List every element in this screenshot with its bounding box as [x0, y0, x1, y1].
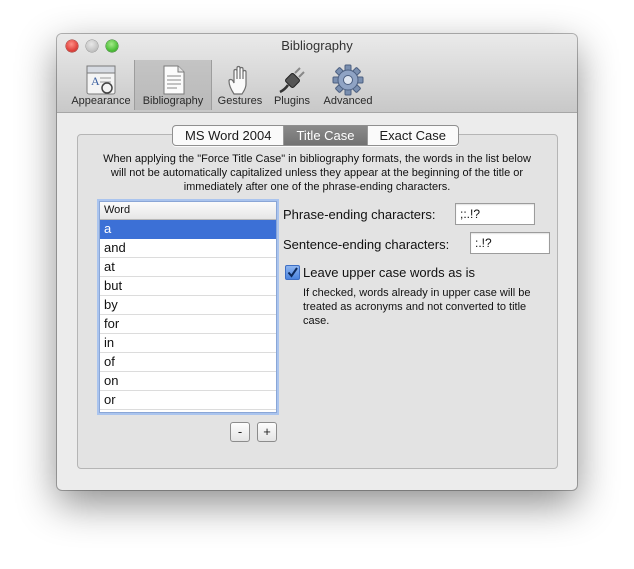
- svg-text:A: A: [91, 74, 100, 88]
- remove-word-button[interactable]: -: [230, 422, 250, 442]
- list-item[interactable]: a: [100, 220, 276, 239]
- plug-icon: [279, 67, 305, 94]
- list-item[interactable]: in: [100, 334, 276, 353]
- toolbar-item-advanced[interactable]: Advanced: [317, 60, 379, 110]
- tab-title-case[interactable]: Title Case: [284, 126, 368, 145]
- appearance-icon: A: [86, 65, 116, 95]
- toolbar-item-gestures[interactable]: Gestures: [213, 60, 267, 110]
- toolbar-label-plugins: Plugins: [273, 95, 311, 107]
- gear-icon: [332, 64, 364, 96]
- list-item[interactable]: or: [100, 391, 276, 410]
- add-word-button[interactable]: +: [257, 422, 277, 442]
- toolbar-label-advanced: Advanced: [323, 95, 373, 107]
- toolbar-item-appearance[interactable]: A Appearance: [63, 60, 139, 110]
- window-title: Bibliography: [281, 38, 353, 53]
- toolbar-item-plugins[interactable]: Plugins: [267, 60, 317, 110]
- description-text: When applying the "Force Title Case" in …: [103, 153, 531, 193]
- list-item[interactable]: but: [100, 277, 276, 296]
- upper-case-checkbox[interactable]: [285, 265, 300, 280]
- phrase-ending-field[interactable]: ;:.!?: [455, 203, 535, 225]
- list-item[interactable]: at: [100, 258, 276, 277]
- titlebar: Bibliography A Appearance Bibliography G…: [57, 34, 577, 113]
- word-list[interactable]: Word a and at but by for in of on or: [99, 201, 277, 413]
- phrase-ending-label: Phrase-ending characters:: [283, 207, 436, 222]
- checkmark-icon: [287, 267, 298, 278]
- preferences-window: Bibliography A Appearance Bibliography G…: [57, 34, 577, 490]
- bibliography-document-icon: [163, 65, 185, 95]
- list-item[interactable]: by: [100, 296, 276, 315]
- sentence-ending-field[interactable]: :.!?: [470, 232, 550, 254]
- list-item[interactable]: and: [100, 239, 276, 258]
- list-item[interactable]: for: [100, 315, 276, 334]
- sentence-ending-label: Sentence-ending characters:: [283, 237, 450, 252]
- word-list-header[interactable]: Word: [100, 202, 276, 220]
- toolbar-label-gestures: Gestures: [217, 95, 263, 107]
- upper-case-note: If checked, words already in upper case …: [303, 287, 531, 327]
- tab-bar: MS Word 2004 Title Case Exact Case: [172, 125, 459, 146]
- toolbar-item-bibliography[interactable]: Bibliography: [134, 60, 212, 110]
- toolbar-label-appearance: Appearance: [71, 95, 131, 107]
- upper-case-label[interactable]: Leave upper case words as is: [303, 265, 475, 280]
- list-item[interactable]: on: [100, 372, 276, 391]
- list-item[interactable]: of: [100, 353, 276, 372]
- toolbar-label-bibliography: Bibliography: [142, 95, 204, 107]
- tab-ms-word-2004[interactable]: MS Word 2004: [173, 126, 285, 145]
- tab-exact-case[interactable]: Exact Case: [368, 126, 458, 145]
- hand-gesture-icon: [228, 65, 247, 95]
